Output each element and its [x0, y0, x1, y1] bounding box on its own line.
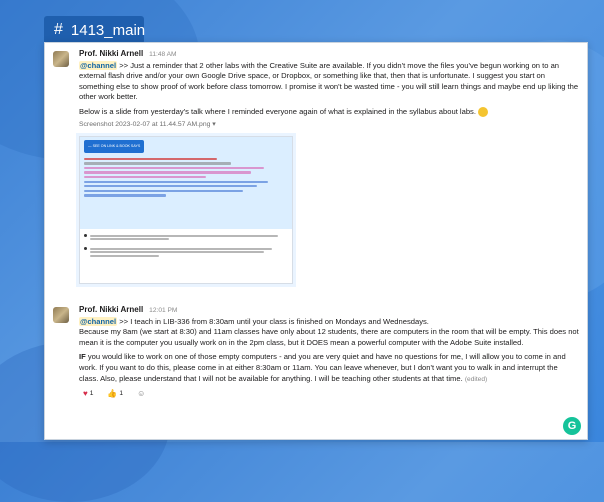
edited-label: (edited) — [464, 375, 488, 383]
reaction-heart[interactable]: ♥ 1 — [79, 389, 97, 400]
smile-emoji-icon — [478, 106, 489, 117]
message-author[interactable]: Prof. Nikki Arnell — [79, 49, 143, 60]
message-item: Prof. Nikki Arnell 11:48 AM @channel >> … — [53, 49, 579, 285]
slide-chip: — SEE ON LINK & BOOK SAYS — [84, 140, 145, 153]
slide-body — [80, 229, 292, 266]
thumbs-up-icon: 👍 — [107, 389, 118, 399]
message-timestamp[interactable]: 12:01 PM — [149, 306, 177, 317]
message-item: Prof. Nikki Arnell 12:01 PM @channel >> … — [53, 305, 579, 400]
file-name: Screenshot 2023-02-07 at 11.44.57 AM.png — [79, 120, 211, 128]
avatar[interactable] — [53, 51, 69, 67]
message-text: Below is a slide from yesterday's talk w… — [79, 106, 476, 116]
channel-mention[interactable]: @channel — [79, 316, 118, 326]
slide-header: — SEE ON LINK & BOOK SAYS — [80, 137, 292, 230]
reaction-bar: ♥ 1 👍 1 ☺ — [79, 389, 579, 400]
message-text: Because my 8am (we start at 8:30) and 11… — [79, 327, 579, 347]
message-timestamp[interactable]: 11:48 AM — [149, 50, 176, 61]
message-text: you would like to work on one of those e… — [79, 352, 566, 383]
reaction-count: 1 — [89, 390, 94, 398]
file-attachment-meta[interactable]: Screenshot 2023-02-07 at 11.44.57 AM.png… — [79, 120, 579, 131]
reaction-thumbs-up[interactable]: 👍 1 — [103, 389, 127, 400]
chevron-down-icon[interactable]: ▾ — [212, 121, 215, 128]
message-text: >> Just a reminder that 2 other labs wit… — [79, 60, 579, 102]
channel-mention[interactable]: @channel — [79, 60, 118, 70]
channel-title[interactable]: # 1413_main — [44, 16, 146, 44]
heart-icon: ♥ — [83, 389, 88, 399]
grammarly-label: G — [567, 420, 577, 432]
message-author[interactable]: Prof. Nikki Arnell — [79, 305, 143, 316]
image-attachment[interactable]: — SEE ON LINK & BOOK SAYS — [79, 136, 293, 285]
message-panel: Prof. Nikki Arnell 11:48 AM @channel >> … — [44, 42, 588, 440]
reaction-count: 1 — [119, 390, 124, 398]
message-text: >> I teach in LIB-336 from 8:30am until … — [119, 316, 429, 326]
message-text-bold: IF — [79, 352, 86, 362]
hash-icon: # — [54, 21, 63, 38]
grammarly-icon[interactable]: G — [563, 417, 581, 435]
avatar[interactable] — [53, 307, 69, 323]
add-reaction-icon[interactable]: ☺ — [133, 389, 149, 400]
channel-name: 1413_main — [70, 21, 146, 39]
